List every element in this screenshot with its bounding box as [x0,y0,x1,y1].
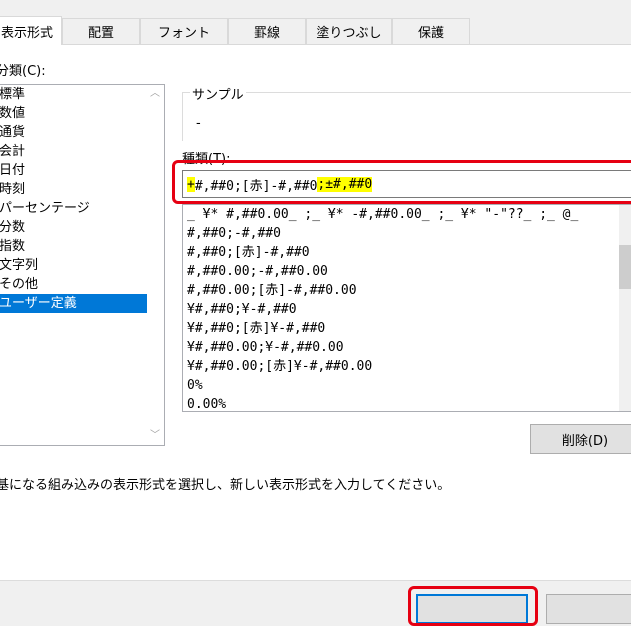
cancel-button[interactable] [546,594,631,624]
format-code-item[interactable]: #,##0;-#,##0 [183,224,631,243]
category-item[interactable]: 時刻 [0,180,164,199]
format-code-item[interactable]: #,##0.00;[赤]-#,##0.00 [183,281,631,300]
format-code-part: ;±#,##0 [317,176,373,192]
format-code-item[interactable]: #,##0.00;-#,##0.00 [183,262,631,281]
delete-button[interactable]: 削除(D) [530,424,631,454]
category-label: 分類(C): [0,64,46,79]
format-code-input[interactable]: + #,##0;[赤]-#,##0 ;±#,##0 [182,170,631,198]
category-item[interactable]: 標準 [0,85,164,104]
annotation-highlight-box [408,586,538,626]
format-code-list[interactable]: _ ¥* #,##0.00_ ;_ ¥* -#,##0.00_ ;_ ¥* "-… [182,204,631,412]
category-item[interactable]: 通貨 [0,123,164,142]
tab-number-format[interactable]: 表示形式 [0,16,62,45]
tab-border[interactable]: 罫線 [228,18,306,44]
tab-fill[interactable]: 塗りつぶし [306,18,392,44]
sample-value: - [196,116,201,131]
format-code-item[interactable]: ¥#,##0;¥-#,##0 [183,300,631,319]
format-code-item[interactable]: 0% [183,376,631,395]
footer-divider [0,580,631,581]
format-list-scrollbar[interactable] [619,205,631,411]
tab-bar: 表示形式 配置 フォント 罫線 塗りつぶし 保護 [0,16,631,45]
sample-group [182,92,631,141]
format-code-part: #,##0;[赤]-#,##0 [194,178,318,194]
category-item[interactable]: 日付 [0,161,164,180]
sample-title: サンプル [190,84,246,103]
category-scrollbar[interactable]: ︿ ﹀ [147,85,164,445]
category-item[interactable]: パーセンテージ [0,199,164,218]
category-list[interactable]: 標準 数値 通貨 会計 日付 時刻 パーセンテージ 分数 指数 文字列 その他 … [0,84,165,446]
format-code-part: + [187,176,195,192]
category-item-selected[interactable]: ユーザー定義 [0,294,164,313]
category-item[interactable]: 会計 [0,142,164,161]
tab-protection[interactable]: 保護 [392,18,470,44]
instruction-text: 基になる組み込みの表示形式を選択し、新しい表示形式を入力してください。 [0,478,451,493]
category-item[interactable]: 指数 [0,237,164,256]
tab-alignment[interactable]: 配置 [62,18,140,44]
category-item[interactable]: 数値 [0,104,164,123]
tab-font[interactable]: フォント [140,18,228,44]
format-code-item[interactable]: ¥#,##0.00;¥-#,##0.00 [183,338,631,357]
format-code-item[interactable]: 0.00% [183,395,631,411]
category-item[interactable]: その他 [0,275,164,294]
format-code-item[interactable]: ¥#,##0;[赤]¥-#,##0 [183,319,631,338]
category-item[interactable]: 文字列 [0,256,164,275]
format-code-item[interactable]: _ ¥* #,##0.00_ ;_ ¥* -#,##0.00_ ;_ ¥* "-… [183,205,631,224]
category-item[interactable]: 分数 [0,218,164,237]
format-code-item[interactable]: #,##0;[赤]-#,##0 [183,243,631,262]
type-label: 種類(T): [182,152,231,167]
format-code-item[interactable]: ¥#,##0.00;[赤]¥-#,##0.00 [183,357,631,376]
chevron-down-icon[interactable]: ﹀ [150,431,160,441]
format-list-scroll-thumb[interactable] [619,245,631,289]
chevron-up-icon[interactable]: ︿ [150,89,160,99]
